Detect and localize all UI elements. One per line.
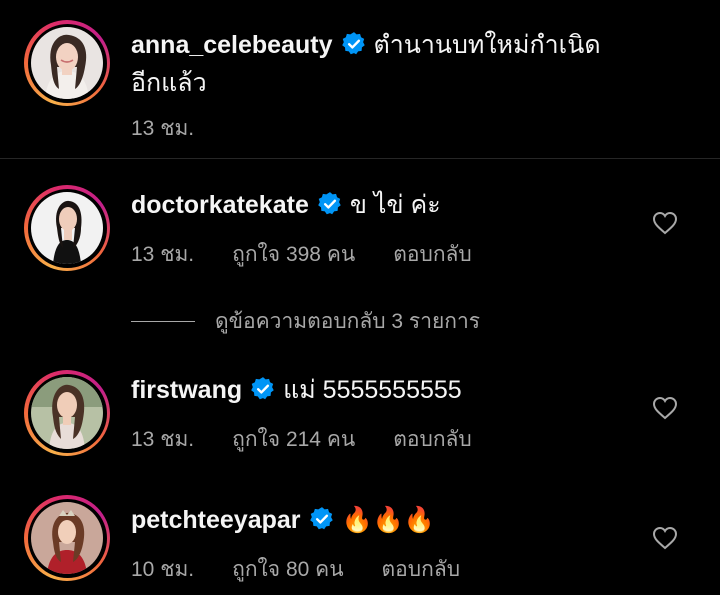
avatar[interactable]	[31, 502, 103, 574]
view-replies-label: ดูข้อความตอบกลับ 3 รายการ	[215, 310, 481, 333]
replies-line	[131, 321, 195, 322]
verified-badge-icon	[309, 506, 335, 541]
likes-count[interactable]: ถูกใจ 398 คน	[232, 243, 355, 266]
caption-divider	[0, 158, 720, 159]
view-replies-link[interactable]: ดูข้อความตอบกลับ 3 รายการ	[131, 305, 480, 338]
comment-username[interactable]: doctorkatekate	[131, 191, 309, 219]
caption-text-continued: อีกแล้ว	[131, 69, 207, 97]
comment-avatar-ring[interactable]	[24, 370, 110, 456]
comment-block: doctorkatekate ข ไข่ ค่ะ 13 ชม. ถูกใจ 398 …	[131, 188, 510, 271]
comment-avatar-ring[interactable]	[24, 185, 110, 271]
likes-count[interactable]: ถูกใจ 214 คน	[232, 428, 355, 451]
caption-timestamp: 13 ชม.	[131, 117, 195, 140]
likes-count[interactable]: ถูกใจ 80 คน	[232, 558, 343, 581]
comment-text: แม่ 5555555555	[283, 376, 462, 404]
caption-block: anna_celebeauty ตำนานบทใหม่กำเนิด อีกแล้ว…	[131, 28, 601, 145]
avatar[interactable]	[31, 192, 103, 264]
caption-text: ตำนานบทใหม่กำเนิด	[373, 31, 601, 59]
caption-avatar-ring[interactable]	[24, 20, 110, 106]
comment-timestamp: 13 ชม.	[131, 243, 195, 266]
avatar[interactable]	[31, 377, 103, 449]
heart-outline-icon[interactable]	[652, 526, 678, 555]
reply-button[interactable]: ตอบกลับ	[393, 243, 472, 266]
comment-timestamp: 13 ชม.	[131, 428, 195, 451]
verified-badge-icon	[317, 191, 343, 226]
avatar[interactable]	[31, 27, 103, 99]
comment-avatar-ring[interactable]	[24, 495, 110, 581]
comment-username[interactable]: petchteeyapar	[131, 506, 301, 534]
comment-block: firstwang แม่ 5555555555 13 ชม. ถูกใจ 214 …	[131, 373, 510, 456]
reply-button[interactable]: ตอบกลับ	[393, 428, 472, 451]
heart-outline-icon[interactable]	[652, 396, 678, 425]
verified-badge-icon	[250, 376, 276, 411]
caption-username[interactable]: anna_celebeauty	[131, 31, 333, 59]
verified-badge-icon	[341, 31, 367, 66]
heart-outline-icon[interactable]	[652, 211, 678, 240]
comment-username[interactable]: firstwang	[131, 376, 242, 404]
comment-timestamp: 10 ชม.	[131, 558, 195, 581]
reply-button[interactable]: ตอบกลับ	[382, 558, 461, 581]
comment-block: petchteeyapar 🔥🔥🔥 10 ชม. ถูกใจ 80 คน ตอบกลั…	[131, 503, 498, 586]
comment-text: ข ไข่ ค่ะ	[349, 191, 441, 219]
fire-emoji: 🔥🔥🔥	[341, 506, 435, 534]
